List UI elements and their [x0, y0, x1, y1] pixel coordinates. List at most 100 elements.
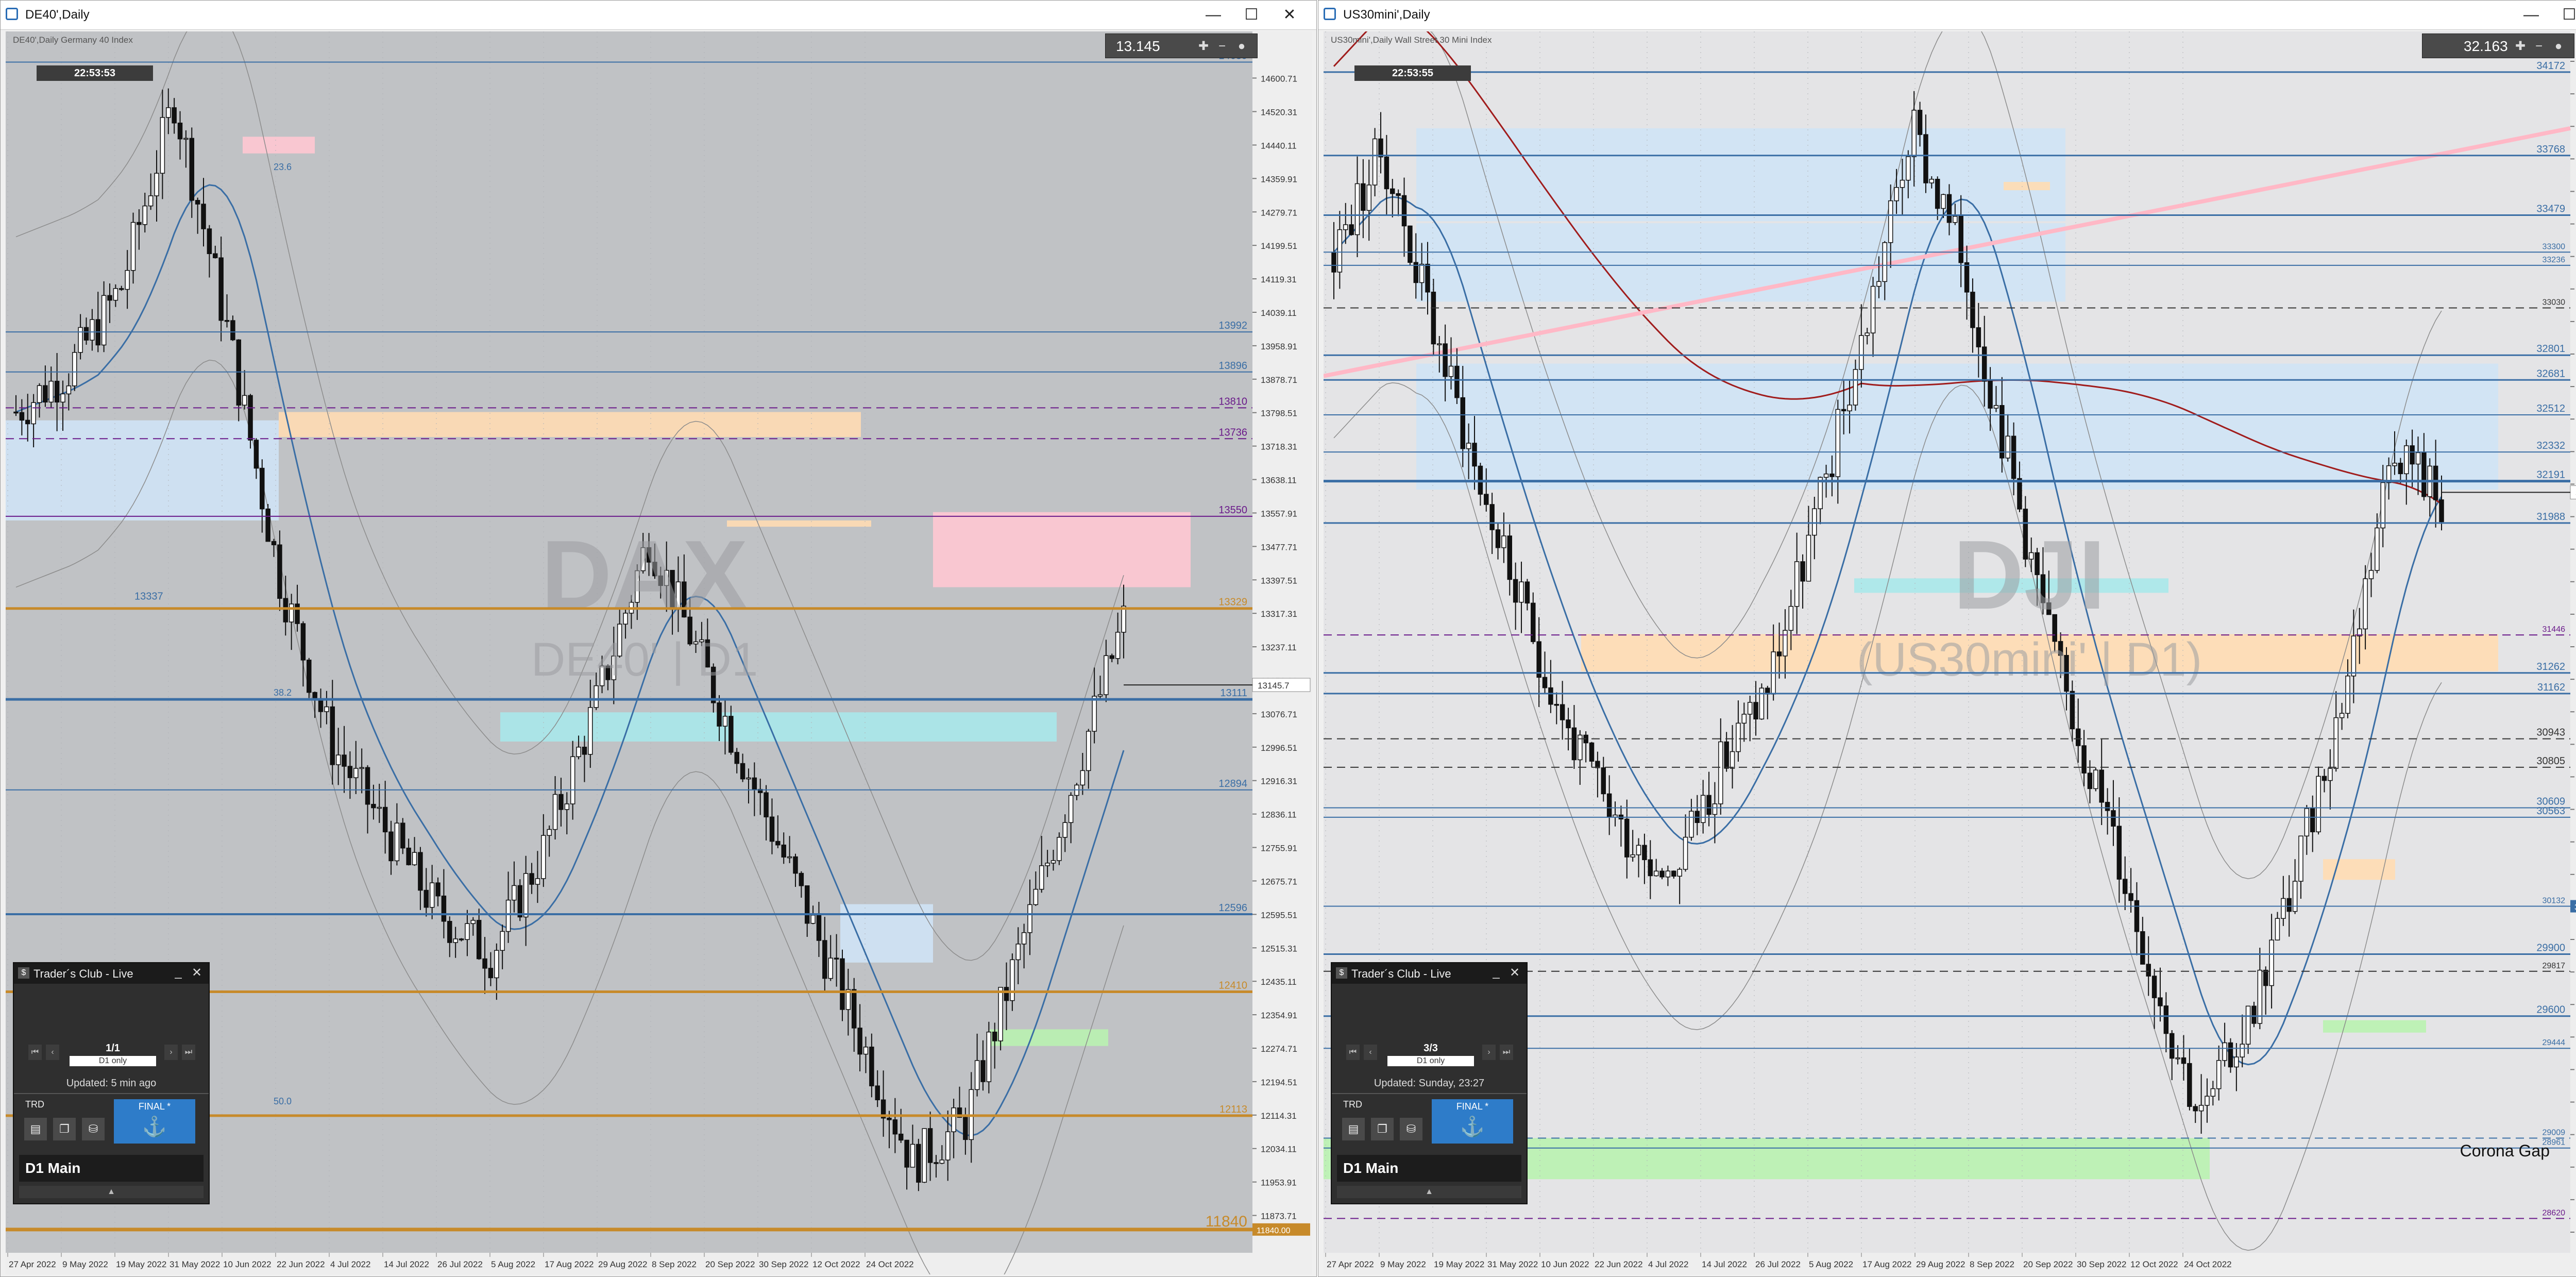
bear-candle: [1431, 292, 1436, 345]
bull-candle: [922, 1128, 927, 1183]
minimize-button[interactable]: —: [1199, 4, 1228, 26]
final-button[interactable]: FINAL * ⚓: [1432, 1099, 1513, 1144]
window-title: DE40',Daily: [25, 8, 90, 22]
page-last-icon[interactable]: ⏭: [1500, 1045, 1513, 1060]
final-button[interactable]: FINAL * ⚓: [114, 1099, 195, 1144]
chart-info-label: US30mini',Daily Wall Street 30 Mini Inde…: [1331, 35, 1492, 45]
filter-select[interactable]: D1 only: [1387, 1056, 1474, 1066]
panel-header[interactable]: $ Trader´s Club - Live _ ✕: [14, 963, 209, 984]
bull-candle: [939, 1160, 945, 1164]
bull-candle: [1747, 702, 1753, 715]
panel-header[interactable]: $ Trader´s Club - Live _ ✕: [1332, 963, 1527, 984]
bear-candle: [1454, 365, 1460, 398]
bull-candle: [1677, 869, 1682, 877]
plus-icon[interactable]: ✚: [2513, 34, 2528, 59]
collapse-arrow-icon[interactable]: ▲: [1337, 1186, 1521, 1198]
date-label: 4 Jul 2022: [330, 1259, 370, 1269]
final-icon: ⚓: [142, 1116, 167, 1138]
bear-candle: [775, 841, 781, 846]
plus-icon[interactable]: ✚: [1196, 34, 1211, 59]
d1-main-section[interactable]: D1 Main: [19, 1155, 204, 1182]
panel-page-nav: ⏮ ‹ 3/3 D1 only › ⏭: [1346, 1040, 1514, 1066]
window-titlebar[interactable]: US30mini',Daily — ☐ ✕: [1318, 1, 2576, 30]
bear-candle: [898, 1133, 904, 1141]
chart-info-label: DE40',Daily Germany 40 Index: [13, 35, 133, 45]
db-icon[interactable]: ⛁: [82, 1118, 105, 1140]
level-label: 33768: [2536, 144, 2565, 155]
window-icon[interactable]: ❐: [53, 1118, 76, 1140]
bear-candle: [2099, 769, 2104, 803]
bear-candle: [2421, 452, 2427, 497]
bear-candle: [793, 856, 798, 874]
date-label: 10 Jun 2022: [223, 1259, 272, 1269]
bear-candle: [388, 831, 394, 862]
price-tick-label: 11873.71: [1261, 1212, 1297, 1221]
spread-value-box[interactable]: 13.145 ✚ − ●: [1105, 33, 1258, 58]
page-first-icon[interactable]: ⏮: [28, 1045, 42, 1060]
globe-icon[interactable]: ●: [2551, 34, 2566, 59]
price-tick-label: 12354.91: [1261, 1011, 1297, 1020]
page-next-icon[interactable]: ›: [164, 1045, 178, 1060]
page-next-icon[interactable]: ›: [1482, 1045, 1496, 1060]
maximize-button[interactable]: ☐: [1237, 4, 1266, 26]
panel-title: Trader´s Club - Live: [33, 967, 133, 980]
bull-candle: [1366, 184, 1372, 211]
bull-candle: [494, 950, 499, 979]
divider: [1332, 1093, 1527, 1094]
bear-candle: [734, 752, 739, 764]
price-tick-label: 13477.71: [1261, 542, 1297, 552]
level-label: 32801: [2536, 343, 2565, 355]
bear-candle: [54, 380, 60, 403]
close-button[interactable]: ✕: [1275, 4, 1304, 26]
price-tick-label: 12034.11: [1261, 1145, 1297, 1154]
collapse-arrow-icon[interactable]: ▲: [19, 1186, 204, 1198]
minus-icon[interactable]: −: [1215, 34, 1229, 59]
window-titlebar[interactable]: DE40',Daily — ☐ ✕: [1, 1, 1316, 30]
window-icon[interactable]: ❐: [1371, 1118, 1394, 1140]
filter-select[interactable]: D1 only: [70, 1056, 156, 1066]
bear-candle: [107, 295, 112, 301]
price-tick-label: 14199.51: [1261, 241, 1297, 251]
minimize-button[interactable]: —: [2517, 4, 2546, 26]
page-first-icon[interactable]: ⏮: [1346, 1045, 1360, 1060]
spread-value-box[interactable]: 32.163 ✚ − ●: [2422, 33, 2574, 58]
dji-chart-window[interactable]: US30mini',Daily — ☐ ✕ DJI(US30mini' | D1…: [1318, 0, 2576, 1277]
bull-candle: [1068, 795, 1074, 823]
bear-candle: [2140, 931, 2145, 965]
bull-candle: [1847, 405, 1852, 412]
bear-candle: [2163, 1005, 2169, 1034]
traders-club-panel[interactable]: $ Trader´s Club - Live _ ✕ ⏮ ‹ 3/3 D1 on…: [1331, 962, 1528, 1204]
bear-candle: [318, 699, 324, 712]
page-prev-icon[interactable]: ‹: [1364, 1045, 1377, 1060]
doc-icon[interactable]: ▤: [1342, 1118, 1365, 1140]
date-label: 30 Sep 2022: [759, 1259, 808, 1269]
panel-title: Trader´s Club - Live: [1351, 967, 1451, 980]
page-prev-icon[interactable]: ‹: [46, 1045, 59, 1060]
bull-candle: [2222, 1042, 2227, 1061]
bear-candle: [2134, 900, 2140, 932]
doc-icon[interactable]: ▤: [24, 1118, 47, 1140]
date-label: 22 Jun 2022: [277, 1259, 325, 1269]
bull-candle: [505, 899, 511, 932]
minus-icon[interactable]: −: [2532, 34, 2546, 59]
db-icon[interactable]: ⛁: [1400, 1118, 1422, 1140]
bull-candle: [1953, 215, 1958, 223]
globe-icon[interactable]: ●: [1234, 34, 1249, 59]
bear-candle: [769, 816, 775, 842]
panel-minimize-icon[interactable]: _: [171, 965, 186, 981]
dax-chart-window[interactable]: DE40',Daily — ☐ ✕ DAX DE40' | D1 DE40',Dai…: [0, 0, 1317, 1277]
maximize-button[interactable]: ☐: [2555, 4, 2576, 26]
bull-candle: [1080, 770, 1086, 786]
traders-club-panel[interactable]: $ Trader´s Club - Live _ ✕ ⏮ ‹ 1/1 D1 on…: [13, 962, 210, 1204]
panel-minimize-icon[interactable]: _: [1488, 965, 1504, 981]
bull-candle: [2210, 1088, 2216, 1097]
bear-candle: [728, 716, 734, 753]
page-last-icon[interactable]: ⏭: [182, 1045, 195, 1060]
price-tick-label: 12836.11: [1261, 810, 1297, 820]
bear-candle: [1408, 225, 1413, 263]
d1-main-section[interactable]: D1 Main: [1337, 1155, 1521, 1182]
panel-close-icon[interactable]: ✕: [189, 965, 205, 981]
panel-close-icon[interactable]: ✕: [1507, 965, 1522, 981]
bull-candle: [125, 270, 130, 290]
date-label: 17 Aug 2022: [545, 1259, 594, 1269]
